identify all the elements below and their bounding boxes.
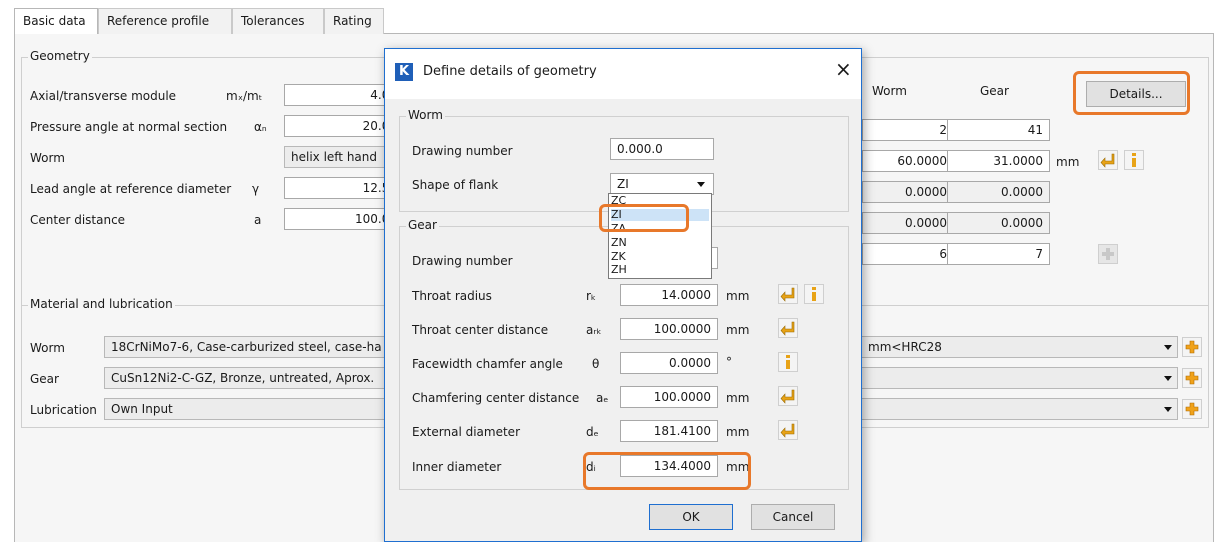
throat-radius-unit: mm [726, 289, 750, 303]
cancel-button[interactable]: Cancel [751, 504, 835, 530]
chamfering-center-distance-symbol: aₑ [596, 391, 609, 405]
ok-button[interactable]: OK [649, 504, 733, 530]
dialog-close-icon[interactable]: × [835, 58, 852, 80]
worm-quality-input[interactable]: 6 [862, 243, 954, 265]
throat-radius-symbol: rₖ [586, 289, 597, 303]
dialog-worm-title: Worm [406, 108, 445, 122]
lubrication-dropdown-icon[interactable] [1164, 407, 1172, 412]
material-gear-dropdown-icon[interactable] [1164, 376, 1172, 381]
external-diameter-arrow-icon[interactable] [778, 420, 798, 440]
inner-diameter-label: Inner diameter [412, 460, 502, 474]
throat-radius-label: Throat radius [412, 289, 492, 303]
material-worm-value: 18CrNiMo7-6, Case-carburized steel, case… [111, 340, 382, 354]
throat-center-distance-input[interactable]: 100.0000 [620, 318, 718, 340]
gear-shift1-value: 0.0000 [947, 181, 1050, 203]
gear-drawing-label: Drawing number [412, 254, 513, 268]
add-disabled-icon [1098, 244, 1118, 264]
shape-dropdown-icon[interactable] [697, 182, 705, 187]
app-logo-icon: K [395, 63, 413, 81]
material-title: Material and lubrication [28, 297, 175, 311]
module-label: Axial/transverse module [30, 89, 177, 103]
material-worm-value-tail: mm<HRC28 [868, 340, 942, 354]
material-worm-dropdown-icon[interactable] [1164, 345, 1172, 350]
zi-option-highlight [599, 204, 689, 232]
throat-center-distance-unit: mm [726, 323, 750, 337]
details-highlight [1073, 71, 1190, 115]
gear-facewidth-input[interactable]: 31.0000 [947, 150, 1050, 172]
throat-center-distance-symbol: aᵣₖ [586, 323, 602, 337]
tab-rating[interactable]: Rating [324, 8, 384, 34]
chamfering-center-distance-input[interactable]: 100.0000 [620, 386, 718, 408]
center-distance-symbol: a [254, 213, 262, 227]
add-lubrication-icon[interactable] [1182, 399, 1202, 419]
gear-quality-input[interactable]: 7 [947, 243, 1050, 265]
worm-teeth-input[interactable]: 2 [862, 119, 954, 141]
define-details-dialog: K Define details of geometry × Worm Draw… [384, 48, 862, 542]
module-symbol: mₓ/mₜ [226, 89, 263, 103]
tab-basic-data[interactable]: Basic data [14, 8, 98, 35]
tab-reference-profile[interactable]: Reference profile [98, 8, 232, 34]
chamfer-angle-info-icon[interactable] [778, 352, 798, 372]
external-diameter-input[interactable]: 181.4100 [620, 420, 718, 442]
chamfer-angle-input[interactable]: 0.0000 [620, 352, 718, 374]
chamfer-angle-symbol: θ [592, 357, 600, 371]
throat-radius-arrow-icon[interactable] [778, 284, 798, 304]
worm-hand-label: Worm [30, 151, 65, 165]
flank-option-zn[interactable]: ZN [611, 237, 627, 249]
throat-radius-info-icon[interactable] [804, 284, 824, 304]
worm-facewidth-input[interactable]: 60.0000 [862, 150, 954, 172]
col-worm-header: Worm [872, 84, 907, 98]
add-worm-material-icon[interactable] [1182, 337, 1202, 357]
lead-angle-symbol: γ [252, 182, 260, 196]
gear-shift2-value: 0.0000 [947, 212, 1050, 234]
facewidth-unit: mm [1056, 155, 1080, 169]
dialog-title: Define details of geometry [423, 64, 597, 79]
material-gear-label: Gear [30, 372, 59, 386]
add-gear-material-icon[interactable] [1182, 368, 1202, 388]
chamfering-center-distance-unit: mm [726, 391, 750, 405]
external-diameter-label: External diameter [412, 425, 520, 439]
worm-shift1-value: 0.0000 [862, 181, 954, 203]
throat-center-arrow-icon[interactable] [778, 318, 798, 338]
shape-of-flank-label: Shape of flank [412, 178, 499, 192]
chamfer-angle-label: Facewidth chamfer angle [412, 357, 563, 371]
tab-tolerances[interactable]: Tolerances [232, 8, 324, 34]
dialog-gear-title: Gear [406, 218, 439, 232]
geometry-title: Geometry [28, 49, 92, 63]
chamfering-center-distance-label: Chamfering center distance [412, 391, 580, 405]
flank-option-zk[interactable]: ZK [611, 251, 626, 263]
inner-diameter-highlight [583, 452, 751, 490]
chamfer-angle-unit: ° [726, 355, 732, 369]
pressure-angle-symbol: αₙ [254, 120, 267, 134]
external-diameter-symbol: dₑ [586, 425, 599, 439]
worm-drawing-label: Drawing number [412, 144, 513, 158]
tab-bar: Basic data Reference profile Tolerances … [14, 8, 1214, 35]
info-icon[interactable] [1124, 150, 1144, 170]
apply-arrow-icon[interactable] [1098, 150, 1118, 170]
col-gear-header: Gear [980, 84, 1009, 98]
gear-teeth-input[interactable]: 41 [947, 119, 1050, 141]
worm-shift2-value: 0.0000 [862, 212, 954, 234]
lubrication-label: Lubrication [30, 403, 97, 417]
throat-radius-input[interactable]: 14.0000 [620, 284, 718, 306]
center-distance-label: Center distance [30, 213, 126, 227]
external-diameter-unit: mm [726, 425, 750, 439]
flank-option-zh[interactable]: ZH [611, 264, 627, 276]
pressure-angle-label: Pressure angle at normal section [30, 120, 228, 134]
worm-drawing-input[interactable]: 0.000.0 [610, 138, 714, 160]
chamfering-arrow-icon[interactable] [778, 386, 798, 406]
material-worm-label: Worm [30, 341, 65, 355]
lead-angle-label: Lead angle at reference diameter [30, 182, 232, 196]
throat-center-distance-label: Throat center distance [412, 323, 549, 337]
